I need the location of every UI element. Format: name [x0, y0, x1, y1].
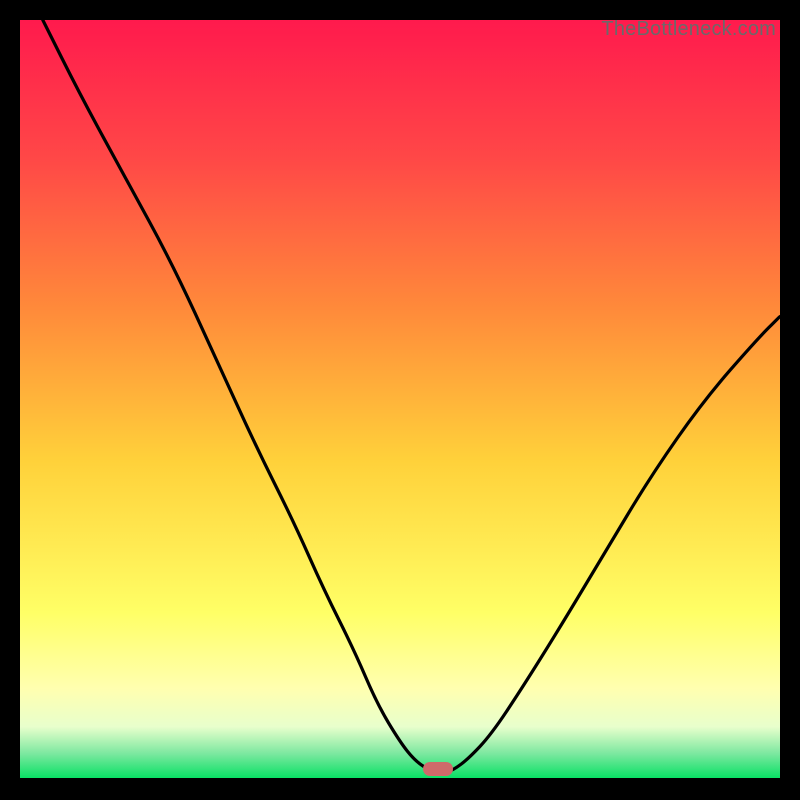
chart-frame: TheBottleneck.com — [20, 20, 780, 780]
bottleneck-marker — [423, 762, 453, 776]
plot-area: TheBottleneck.com — [20, 20, 780, 780]
chart-curve — [20, 20, 780, 780]
attribution-label: TheBottleneck.com — [601, 18, 776, 41]
